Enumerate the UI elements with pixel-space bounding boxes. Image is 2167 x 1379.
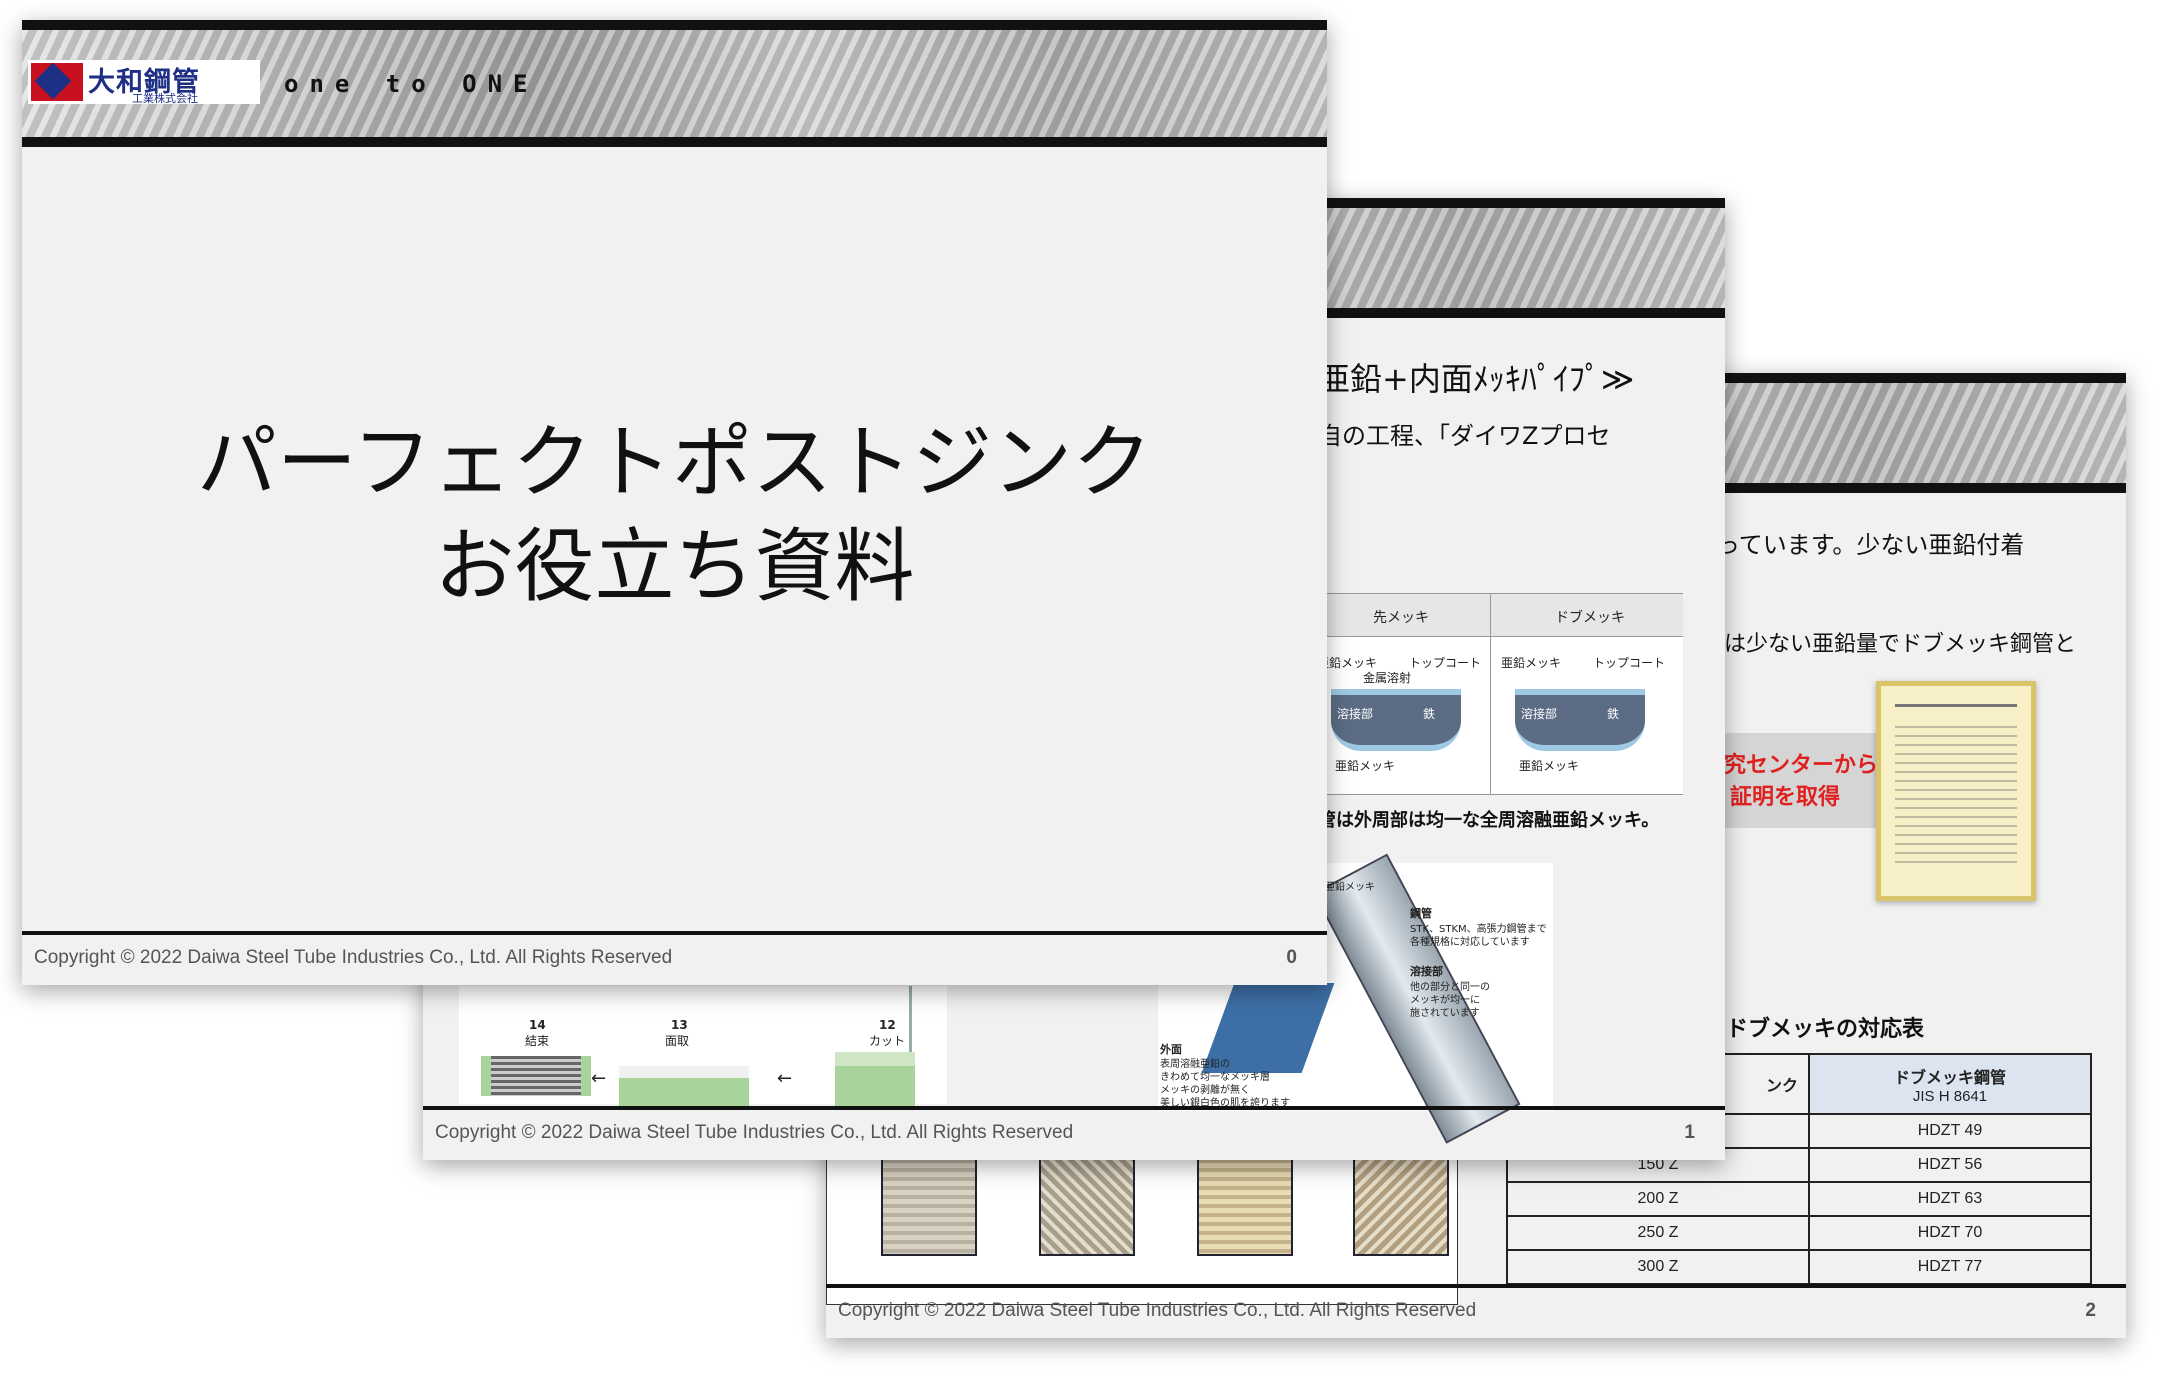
diagram-divider-2 xyxy=(1490,594,1491,794)
process-flow-diagram: 14 結束 13 面取 12 カット ← ← xyxy=(459,986,947,1110)
diagram-label: 金属溶射 xyxy=(1363,671,1412,685)
process-step-number: 12 xyxy=(879,1018,896,1032)
logo-mark-icon xyxy=(31,63,83,101)
table-cell: HDZT 77 xyxy=(1808,1249,2092,1285)
page-number: 0 xyxy=(1286,947,1297,968)
table-cell: HDZT 56 xyxy=(1808,1147,2092,1183)
certificate-image xyxy=(1876,681,2036,901)
copyright-text: Copyright © 2022 Daiwa Steel Tube Indust… xyxy=(34,947,673,968)
logo-subtitle: 工業株式会社 xyxy=(132,92,198,105)
col-header-pre: 先メッキ xyxy=(1373,610,1429,626)
certificate-text-2: 証明を取得 xyxy=(1730,785,1841,810)
table-cell: 200 Z xyxy=(1506,1181,1810,1217)
body-text-line2: は少ない亜鉛量でドブメッキ鋼管と xyxy=(1724,632,2077,657)
diagram-caption: 管は外周部は均一な全周溶融亜鉛メッキ。 xyxy=(1318,810,1660,831)
body-text-line1: っています。少ない亜鉛付着 xyxy=(1716,531,2025,559)
diagram-label: トップコート xyxy=(1409,656,1482,670)
table-cell: 250 Z xyxy=(1506,1215,1810,1251)
slide-footer: Copyright © 2022 Daiwa Steel Tube Indust… xyxy=(22,931,1327,985)
table-header-col2-label: ドブメッキ鋼管 xyxy=(1893,1069,2006,1087)
process-step-name: カット xyxy=(869,1034,906,1048)
process-step-name: 結束 xyxy=(525,1034,550,1048)
table-header-col2-sub: JIS H 8641 xyxy=(1912,1087,1988,1105)
table-row: 300 Z HDZT 77 xyxy=(1506,1249,2092,1285)
diagram-label: 溶接部 xyxy=(1337,707,1374,721)
cut-icon xyxy=(835,1052,915,1110)
process-step-name: 面取 xyxy=(665,1034,690,1048)
table-header-col2: ドブメッキ鋼管 JIS H 8641 xyxy=(1808,1053,2092,1115)
table-row: 200 Z HDZT 63 xyxy=(1506,1181,2092,1217)
diagram-label: トップコート xyxy=(1593,656,1666,670)
table-cell: HDZT 49 xyxy=(1808,1113,2092,1149)
arrow-left-icon: ← xyxy=(591,1068,607,1089)
slide-footer: Copyright © 2022 Daiwa Steel Tube Indust… xyxy=(826,1284,2126,1338)
col-header-hot: ドブメッキ xyxy=(1555,610,1625,626)
table-title: ドブメッキの対応表 xyxy=(1726,1017,1925,1042)
certificate-text-1: 究センターから xyxy=(1724,753,1879,778)
company-logo: 大和鋼管 工業株式会社 xyxy=(28,60,260,105)
diagram-label: 亜鉛メッキ xyxy=(1501,656,1562,670)
diagram-label: 亜鉛メッキ xyxy=(1519,759,1580,773)
pipe-label: 施されています xyxy=(1410,1008,1480,1019)
copyright-text: Copyright © 2022 Daiwa Steel Tube Indust… xyxy=(838,1300,1477,1321)
page-number: 1 xyxy=(1684,1122,1695,1143)
diagram-label: 鉄 xyxy=(1607,707,1620,721)
pipe-label-title: 鋼管 xyxy=(1410,907,1432,920)
slide-footer: Copyright © 2022 Daiwa Steel Tube Indust… xyxy=(423,1106,1725,1160)
table-cell: 300 Z xyxy=(1506,1249,1810,1285)
chamfer-icon xyxy=(619,1066,749,1106)
table-cell: HDZT 63 xyxy=(1808,1181,2092,1217)
document-title-line2: お役立ち資料 xyxy=(434,520,915,613)
arrow-left-icon: ← xyxy=(777,1068,793,1089)
brand-tagline: one to ONE xyxy=(284,70,539,98)
diagram-label: 鉄 xyxy=(1423,707,1436,721)
process-step-number: 13 xyxy=(671,1018,688,1032)
process-step-number: 14 xyxy=(529,1018,546,1032)
diagram-label: 亜鉛メッキ xyxy=(1335,759,1396,773)
pipe-label: 各種規格に対応しています xyxy=(1410,937,1530,948)
slide-page-0[interactable]: 大和鋼管 工業株式会社 one to ONE パーフェクトポストジンク お役立ち… xyxy=(22,20,1327,985)
table-cell: HDZT 70 xyxy=(1808,1215,2092,1251)
comparison-diagram: 先メッキ ドブメッキ 亜鉛メッキ トップコート 金属溶射 溶接部 鉄 亜鉛メッキ… xyxy=(1293,593,1683,795)
copyright-text: Copyright © 2022 Daiwa Steel Tube Indust… xyxy=(435,1122,1074,1143)
slide-heading: 亜鉛+内面ﾒｯｷﾊﾟｲﾌﾟ≫ xyxy=(1318,360,1635,398)
bundle-icon xyxy=(481,1056,591,1096)
pipe-label-title: 溶接部 xyxy=(1410,965,1443,978)
page-number: 2 xyxy=(2085,1300,2096,1321)
document-title-line1: パーフェクトポストジンク xyxy=(196,416,1153,509)
diagram-label: 溶接部 xyxy=(1521,707,1558,721)
table-row: 250 Z HDZT 70 xyxy=(1506,1215,2092,1251)
body-text-line1: 自の工程、「ダイワZプロセ xyxy=(1318,422,1611,450)
